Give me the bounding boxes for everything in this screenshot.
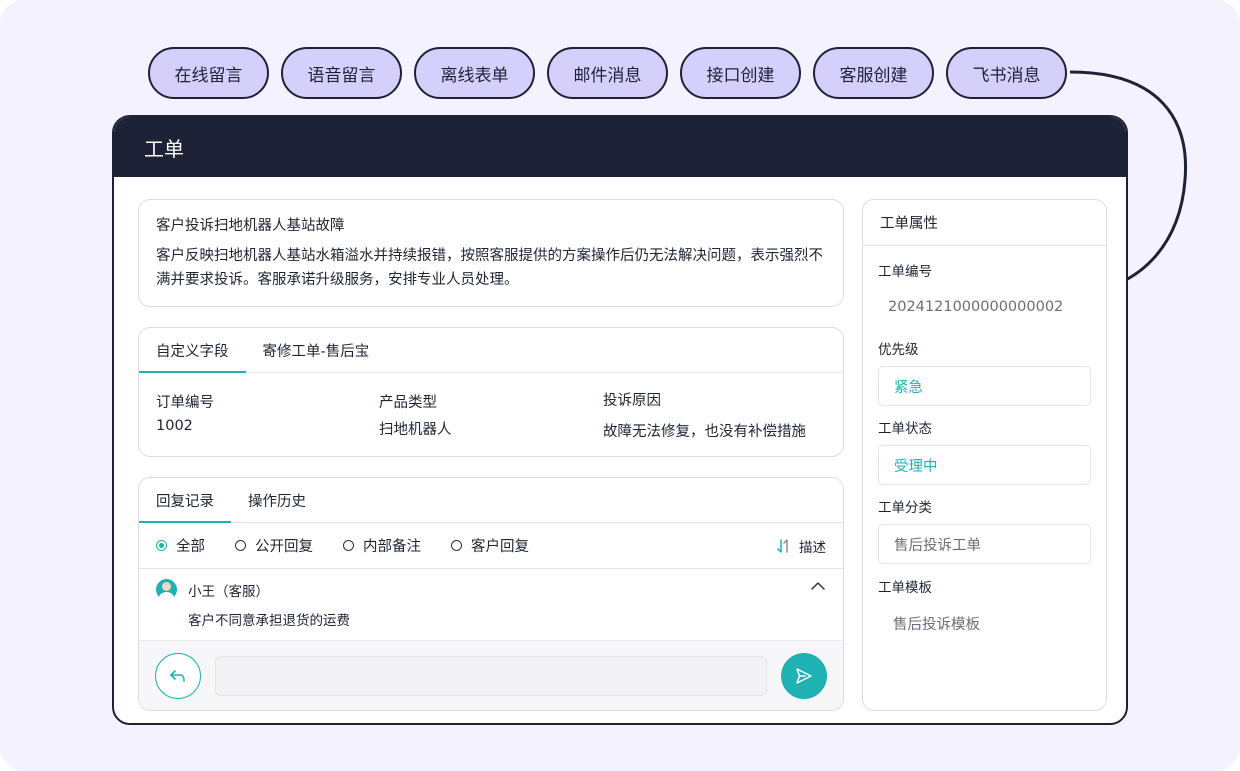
field-grid: 订单编号 1002 产品类型 扫地机器人 投诉原因 故障无法修复，也没有补偿措施	[139, 373, 843, 457]
prop-label: 工单分类	[878, 500, 932, 516]
summary-description: 客户反映扫地机器人基站水箱溢水并持续报错，按照客服提供的方案操作后仍无法解决问题…	[156, 248, 823, 288]
channel-agent-created[interactable]: 客服创建	[813, 47, 934, 99]
filter-label: 内部备注	[363, 539, 421, 555]
reply-message: 小王（客服） 客户不同意承担退货的运费	[139, 569, 843, 639]
reply-back-button[interactable]	[155, 652, 201, 699]
send-button[interactable]	[781, 652, 827, 699]
tab-reply-records[interactable]: 回复记录	[139, 478, 231, 523]
filter-internal[interactable]: 内部备注	[343, 535, 421, 556]
ticket-number-value: 2024121000000000002	[888, 299, 1064, 315]
field-label: 产品类型	[379, 395, 437, 411]
radio-icon	[343, 540, 354, 551]
message-author: 小王（客服）	[188, 583, 269, 600]
status-select[interactable]: 受理中	[878, 445, 1091, 485]
reply-filters: 全部 公开回复 内部备注 客户回复 描述	[139, 523, 843, 569]
radio-icon	[451, 540, 462, 551]
filter-label: 客户回复	[471, 539, 529, 555]
field-value: 故障无法修复，也没有补偿措施	[603, 424, 806, 440]
channel-feishu[interactable]: 飞书消息	[946, 47, 1067, 99]
prop-label: 工单状态	[878, 421, 932, 437]
field-value: 扫地机器人	[379, 422, 452, 438]
filter-label: 全部	[176, 539, 205, 555]
ticket-window: 工单 客户投诉扫地机器人基站故障 客户反映扫地机器人基站水箱溢水并持续报错，按照…	[112, 115, 1128, 725]
sort-button[interactable]: 描述	[777, 536, 826, 556]
avatar	[156, 579, 177, 600]
channel-offline-form[interactable]: 离线表单	[414, 47, 535, 99]
custom-fields-card: 自定义字段 寄修工单-售后宝 订单编号 1002 产品类型 扫地机器人 投诉原因…	[138, 327, 844, 457]
reply-input[interactable]	[215, 655, 767, 696]
filter-customer[interactable]: 客户回复	[451, 535, 529, 556]
field-product-type: 产品类型 扫地机器人	[379, 391, 452, 439]
radio-icon	[235, 540, 246, 551]
filter-all[interactable]: 全部	[156, 535, 205, 556]
reply-tabs: 回复记录 操作历史	[139, 478, 843, 523]
filter-public[interactable]: 公开回复	[235, 535, 313, 556]
window-title: 工单	[144, 136, 184, 161]
prop-category: 工单分类 售后投诉工单	[878, 496, 1091, 564]
channel-voice-message[interactable]: 语音留言	[281, 47, 402, 99]
sort-label: 描述	[799, 539, 826, 556]
window-header: 工单	[114, 117, 1126, 177]
message-text: 客户不同意承担退货的运费	[188, 613, 350, 629]
tab-repair-order[interactable]: 寄修工单-售后宝	[246, 328, 387, 372]
ticket-properties: 工单属性 工单编号 2024121000000000002 优先级 紧急 工单状…	[862, 199, 1107, 711]
tab-operation-history[interactable]: 操作历史	[231, 478, 323, 522]
prop-label: 工单编号	[878, 264, 932, 280]
ticket-summary: 客户投诉扫地机器人基站故障 客户反映扫地机器人基站水箱溢水并持续报错，按照客服提…	[138, 199, 844, 307]
prop-status: 工单状态 受理中	[878, 417, 1091, 485]
category-select[interactable]: 售后投诉工单	[878, 524, 1091, 564]
channel-email[interactable]: 邮件消息	[547, 47, 668, 99]
template-value: 售后投诉模板	[893, 616, 980, 633]
prop-priority: 优先级 紧急	[878, 338, 1091, 406]
canvas: 在线留言 语音留言 离线表单 邮件消息 接口创建 客服创建 飞书消息 工单 客户…	[0, 0, 1240, 771]
priority-select[interactable]: 紧急	[878, 366, 1091, 406]
reply-card: 回复记录 操作历史 全部 公开回复 内部备注 客户回复 描述 小王（客服） 客户…	[138, 477, 844, 711]
tab-custom-fields[interactable]: 自定义字段	[139, 328, 246, 373]
message-header: 小王（客服）	[156, 579, 826, 600]
sort-icon	[777, 538, 788, 553]
field-label: 订单编号	[156, 395, 214, 411]
reply-composer	[139, 640, 843, 710]
prop-template: 工单模板 售后投诉模板	[878, 576, 1091, 642]
prop-label: 工单模板	[878, 580, 932, 596]
channel-api[interactable]: 接口创建	[680, 47, 801, 99]
send-icon	[796, 667, 812, 684]
channel-online-message[interactable]: 在线留言	[148, 47, 269, 99]
channel-pills: 在线留言 语音留言 离线表单 邮件消息 接口创建 客服创建 飞书消息	[148, 47, 1067, 99]
custom-fields-tabs: 自定义字段 寄修工单-售后宝	[139, 328, 843, 373]
summary-title: 客户投诉扫地机器人基站故障	[156, 218, 345, 234]
reply-icon	[170, 669, 185, 682]
field-label: 投诉原因	[603, 393, 661, 409]
prop-ticket-number: 工单编号 2024121000000000002	[878, 260, 1091, 326]
radio-checked-icon	[156, 540, 167, 551]
field-complaint-reason: 投诉原因 故障无法修复，也没有补偿措施	[603, 389, 806, 441]
prop-label: 优先级	[878, 342, 919, 358]
field-order-number: 订单编号 1002	[156, 391, 214, 434]
field-value: 1002	[156, 418, 193, 434]
filter-label: 公开回复	[255, 539, 313, 555]
properties-title: 工单属性	[863, 200, 1106, 246]
chevron-up-icon[interactable]	[811, 581, 825, 591]
